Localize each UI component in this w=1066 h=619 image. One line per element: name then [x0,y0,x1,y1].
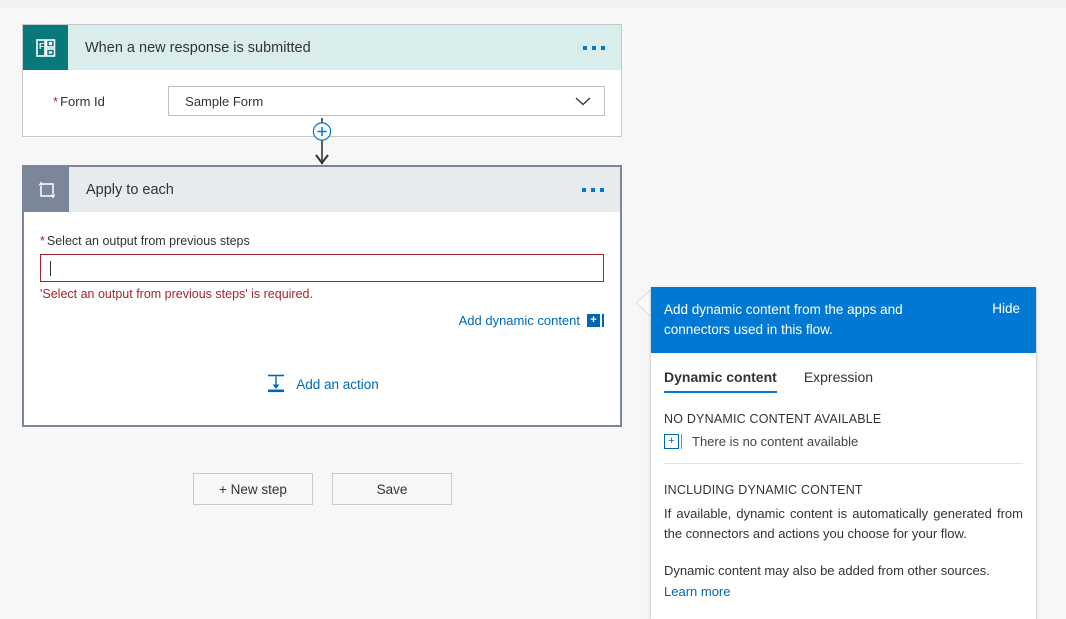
add-an-action-label: Add an action [296,377,379,392]
dynamic-content-panel-body: NO DYNAMIC CONTENT AVAILABLE + There is … [651,412,1036,618]
including-paragraph-1: If available, dynamic content is automat… [664,504,1023,544]
badge-caret [602,314,604,327]
tab-expression[interactable]: Expression [804,369,873,393]
save-button[interactable]: Save [332,473,452,505]
select-output-label-text: Select an output from previous steps [47,234,250,248]
plus-circle-icon[interactable] [312,122,332,145]
form-id-label: *Form Id [39,94,168,109]
apply-to-each-header[interactable]: Apply to each [24,167,620,212]
flow-connector [321,118,323,164]
form-id-dropdown[interactable]: Sample Form [168,86,605,116]
select-output-label: *Select an output from previous steps [40,234,604,248]
apply-to-each-title: Apply to each [69,167,566,212]
top-strip [0,0,1066,8]
trigger-ellipsis-icon[interactable] [567,25,621,70]
including-dynamic-content-section-title: INCLUDING DYNAMIC CONTENT [664,483,1023,497]
apply-to-each-loop-icon [24,167,69,212]
form-id-value: Sample Form [169,94,263,109]
trigger-title: When a new response is submitted [68,25,567,70]
apply-to-each-card: Apply to each *Select an output from pre… [22,165,622,427]
learn-more-link[interactable]: Learn more [664,584,1023,619]
validation-error-message: 'Select an output from previous steps' i… [40,287,604,301]
add-an-action-icon [265,372,287,397]
apply-to-each-body: *Select an output from previous steps 'S… [24,212,620,425]
dynamic-content-tabs: Dynamic content Expression [651,353,1036,393]
hide-panel-button[interactable]: Hide [992,300,1020,316]
new-step-button[interactable]: + New step [193,473,313,505]
dynamic-content-panel: Add dynamic content from the apps and co… [651,287,1036,619]
add-dynamic-content-row: Add dynamic content + [40,313,604,328]
no-content-text: There is no content available [692,434,858,449]
add-dynamic-content-badge[interactable]: + [580,314,604,327]
add-dynamic-content-link[interactable]: Add dynamic content [459,313,580,328]
badge-caret [681,434,682,449]
add-an-action-row[interactable]: Add an action [40,372,604,425]
plus-icon: + [587,314,600,327]
select-output-input[interactable] [40,254,604,282]
required-marker: * [40,234,45,248]
no-content-row: + There is no content available [664,434,1023,463]
dynamic-content-panel-header-text: Add dynamic content from the apps and co… [664,300,964,339]
plus-outline-icon: + [664,434,682,449]
svg-text:F: F [39,42,44,51]
form-id-label-text: Form Id [60,94,105,109]
trigger-card-header[interactable]: F When a new response is submitted [23,25,621,70]
panel-pointer [637,290,651,316]
dynamic-content-panel-header: Add dynamic content from the apps and co… [651,287,1036,353]
apply-to-each-ellipsis-icon[interactable] [566,167,620,212]
including-paragraph-2: Dynamic content may also be added from o… [664,561,1023,581]
microsoft-forms-icon: F [23,25,68,70]
no-dynamic-content-section-title: NO DYNAMIC CONTENT AVAILABLE [664,412,1023,426]
text-caret [50,261,51,276]
plus-icon: + [664,434,679,449]
required-marker: * [53,94,58,109]
tab-dynamic-content[interactable]: Dynamic content [664,369,777,393]
chevron-down-icon [574,95,592,107]
panel-divider [664,463,1023,464]
